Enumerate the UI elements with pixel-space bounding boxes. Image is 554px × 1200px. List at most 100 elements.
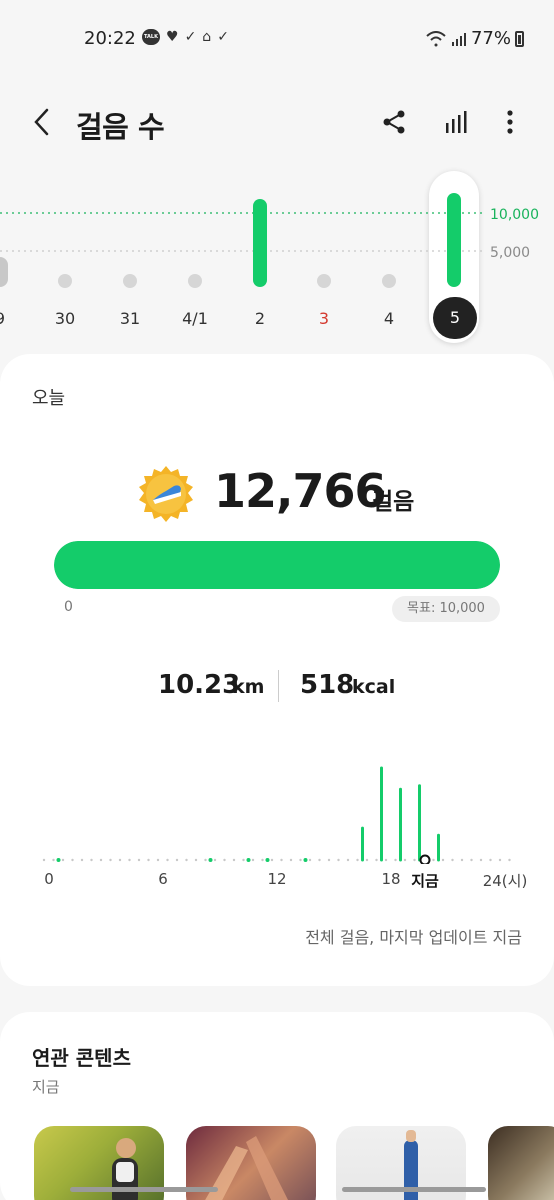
progress-start-label: 0 (64, 599, 73, 615)
scroll-indicator-2 (342, 1187, 486, 1192)
status-time: 20:22 (84, 28, 136, 49)
baseline-dot (508, 858, 511, 862)
hour-tick-label: 18 (381, 870, 401, 888)
day-label[interactable]: 30 (45, 309, 85, 328)
day-dot-31[interactable] (123, 274, 137, 288)
chart-view-button[interactable] (438, 104, 474, 140)
more-vertical-icon (507, 110, 513, 134)
day-label[interactable]: 4 (369, 309, 409, 328)
day-bar-5[interactable] (447, 193, 461, 287)
baseline-dot (52, 858, 55, 862)
day-dot-3[interactable] (317, 274, 331, 288)
hour-tick-label: 24(시) (482, 872, 528, 890)
hour-bar (208, 858, 213, 862)
hour-now-label: 지금 (411, 872, 439, 890)
hour-bar (246, 858, 251, 862)
related-content-card: 연관 콘텐츠 지금 (0, 1012, 554, 1200)
baseline-dot (213, 858, 217, 862)
baseline-dot (204, 858, 207, 862)
steps-unit: 걸음 (372, 489, 415, 515)
baseline-dot (90, 858, 93, 862)
related-thumbnail[interactable] (488, 1126, 554, 1200)
goal-achieved-badge-icon (139, 466, 193, 522)
baseline-dot (232, 858, 236, 862)
day-label[interactable]: 31 (110, 309, 150, 328)
day-dot-30[interactable] (58, 274, 72, 288)
app-header: 걸음 수 (0, 90, 554, 154)
status-bar: 20:22 TALK ♥ ✓ ⌂ ✓ 77% (0, 0, 554, 78)
half-goal-axis-label: 5,000 (490, 245, 531, 261)
baseline-dot (242, 858, 245, 862)
hourly-chart-svg (42, 766, 511, 866)
person-icon: ♥ (166, 29, 179, 45)
calories-value: 518 (300, 670, 355, 700)
baseline-dot (327, 858, 331, 862)
baseline-dot (137, 858, 141, 862)
goal-progress-fill (54, 541, 500, 589)
related-subtitle: 지금 (32, 1078, 60, 1096)
baseline-dot (251, 858, 255, 862)
last-update-text: 전체 걸음, 마지막 업데이트 지금 (305, 928, 522, 947)
baseline-dot (223, 858, 226, 862)
day-dot-4[interactable] (382, 274, 396, 288)
distance-unit: km (232, 676, 265, 698)
baseline-dot (432, 858, 435, 862)
baseline-dot (194, 858, 198, 862)
baseline-dot (175, 858, 179, 862)
baseline-dot (42, 858, 46, 862)
battery-percent: 77% (470, 28, 511, 49)
baseline-dot (346, 858, 350, 862)
baseline-dot (460, 858, 464, 862)
hour-bar (265, 858, 270, 862)
k-icon: ✓ (184, 29, 197, 45)
today-card: 오늘 12,766 걸음 0 목표: 10,000 10.23 km 518 k… (0, 354, 554, 986)
day-label[interactable]: 2 (240, 309, 280, 328)
battery-icon (515, 30, 524, 47)
related-title: 연관 콘텐츠 (32, 1046, 131, 1070)
hour-bar (56, 858, 61, 862)
status-right: 77% (425, 28, 524, 49)
baseline-dot (356, 858, 359, 862)
day-bar-partial (0, 257, 8, 287)
baseline-dot (99, 858, 103, 862)
baseline-dot (489, 858, 492, 862)
day-label[interactable]: 9 (0, 309, 20, 328)
baseline-dot (118, 858, 122, 862)
hour-bar (303, 858, 308, 862)
baseline-dot (185, 858, 188, 862)
k-icon-2: ✓ (217, 29, 229, 45)
bar-chart-icon (446, 111, 467, 133)
baseline-dot (156, 858, 160, 862)
now-marker (419, 854, 431, 866)
goal-progress-bar (54, 541, 500, 589)
baseline-dot (61, 858, 65, 862)
steps-value: 12,766 (214, 464, 387, 518)
baseline-dot (318, 858, 321, 862)
baseline-dot (166, 858, 169, 862)
talk-icon: TALK (142, 29, 160, 45)
share-button[interactable] (376, 104, 412, 140)
wifi-icon (426, 30, 446, 46)
day-bar-2[interactable] (253, 199, 267, 287)
notification-icons: TALK ♥ ✓ ⌂ ✓ (142, 29, 229, 45)
goal-axis-label: 10,000 (490, 207, 539, 223)
baseline-dot (308, 858, 312, 862)
day-label-holiday[interactable]: 3 (304, 309, 344, 328)
distance-calories-row: 10.23 km 518 kcal (0, 666, 554, 706)
calories-unit: kcal (352, 676, 396, 698)
baseline-dot (128, 858, 131, 862)
selected-day-label[interactable]: 5 (433, 297, 477, 339)
hourly-steps-chart[interactable]: 0 6 12 18 지금 24(시) (0, 754, 554, 904)
back-button[interactable] (24, 104, 60, 140)
day-label[interactable]: 4/1 (175, 309, 215, 328)
share-icon (383, 110, 405, 134)
baseline-dot (80, 858, 84, 862)
baseline-dot (71, 858, 74, 862)
hour-tick-label: 0 (44, 870, 54, 888)
more-options-button[interactable] (492, 104, 528, 140)
day-dot-4-1[interactable] (188, 274, 202, 288)
baseline-dot (470, 858, 473, 862)
goal-chip[interactable]: 목표: 10,000 (392, 596, 500, 622)
weekly-steps-chart[interactable]: 10,000 5,000 9 30 31 4/1 2 3 4 5 (0, 165, 554, 345)
baseline-dot (280, 858, 283, 862)
